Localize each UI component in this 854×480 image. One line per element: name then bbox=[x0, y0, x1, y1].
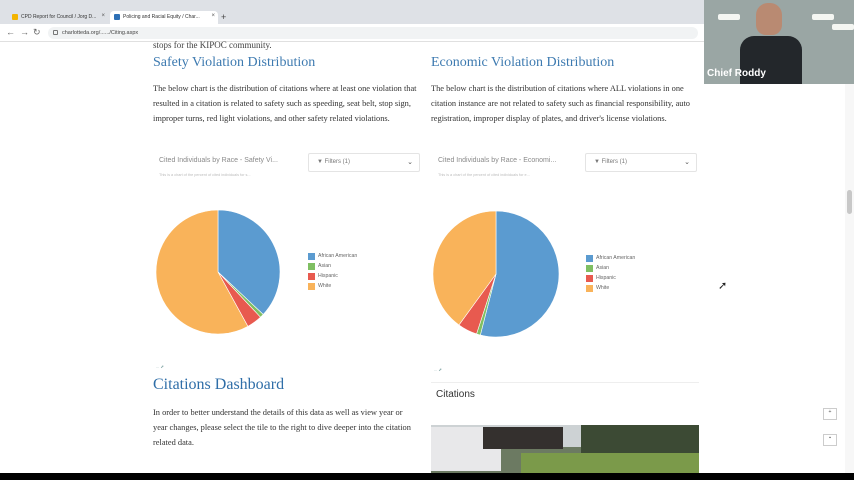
url-bar[interactable]: charlotteda.org/....../Citing.aspx bbox=[48, 27, 698, 39]
safety-view-link[interactable]: ... ⬈ bbox=[156, 364, 164, 369]
safety-heading: Safety Violation Distribution bbox=[153, 55, 316, 70]
participant-name: Chief Roddy bbox=[707, 68, 766, 79]
filter-icon: ▼ bbox=[594, 159, 602, 165]
legend-swatch bbox=[586, 264, 593, 272]
ceiling-light bbox=[812, 14, 834, 20]
filter-label: Filters (1) bbox=[601, 159, 627, 165]
legend-label: White bbox=[318, 283, 332, 289]
new-tab-icon[interactable]: + bbox=[221, 12, 226, 22]
legend-label: White bbox=[596, 285, 610, 291]
back-icon[interactable]: ← bbox=[6, 27, 15, 37]
chevron-down-icon: ⌄ bbox=[407, 159, 413, 166]
legend-label: Asian bbox=[318, 263, 331, 269]
tab-favicon-icon bbox=[12, 14, 18, 20]
scrollbar-thumb[interactable] bbox=[847, 190, 852, 214]
legend-swatch bbox=[586, 254, 593, 262]
person-head bbox=[756, 3, 782, 35]
web-page: stops for the KIPOC community. Safety Vi… bbox=[0, 40, 854, 473]
economic-heading: Economic Violation Distribution bbox=[431, 55, 615, 70]
legend-label: African American bbox=[318, 253, 358, 259]
external-link-icon: ⬈ bbox=[160, 364, 164, 369]
page-scrollbar[interactable] bbox=[845, 43, 854, 473]
lock-icon bbox=[53, 30, 58, 35]
link-text: ... bbox=[434, 367, 438, 372]
legend-swatch bbox=[586, 284, 593, 292]
dashboard-description: In order to better understand the detail… bbox=[153, 408, 411, 447]
citations-tile-image[interactable] bbox=[431, 425, 699, 473]
photo-sign bbox=[483, 427, 563, 449]
safety-description: The below chart is the distribution of c… bbox=[153, 84, 417, 123]
external-link-icon: ⬈ bbox=[438, 367, 442, 372]
economic-view-link[interactable]: ... ⬈ bbox=[434, 367, 442, 372]
filter-label: Filters (1) bbox=[324, 159, 350, 165]
tab-label: CPD Report for Council / Jorg D... bbox=[21, 14, 97, 20]
legend-swatch bbox=[308, 262, 315, 270]
legend-label: Asian bbox=[596, 265, 609, 271]
safety-legend: African American Asian Hispanic White bbox=[308, 251, 357, 291]
bottom-bar bbox=[0, 473, 854, 480]
legend-label: African American bbox=[596, 255, 636, 261]
photo-trees bbox=[581, 425, 699, 455]
photo-grass bbox=[521, 453, 699, 473]
filter-icon: ▼ bbox=[317, 159, 325, 165]
citations-tile-label: Citations bbox=[436, 389, 475, 400]
close-tab-icon[interactable]: × bbox=[211, 13, 215, 19]
reload-icon[interactable]: ↻ bbox=[33, 27, 41, 38]
zoom-in-icon[interactable]: + bbox=[823, 408, 837, 420]
legend-item-asian[interactable]: Asian bbox=[586, 263, 635, 273]
screen: CPD Report for Council / Jorg D... × Pol… bbox=[0, 0, 854, 480]
webcam-video: Chief Roddy bbox=[704, 0, 854, 84]
economic-pie-chart[interactable] bbox=[432, 210, 560, 338]
browser-tab-1[interactable]: CPD Report for Council / Jorg D... × bbox=[8, 11, 108, 24]
legend-label: Hispanic bbox=[596, 275, 616, 281]
legend-swatch bbox=[308, 272, 315, 280]
close-tab-icon[interactable]: × bbox=[101, 13, 105, 19]
legend-item-white[interactable]: White bbox=[586, 283, 635, 293]
tab-favicon-icon bbox=[114, 14, 120, 20]
safety-filter-dropdown[interactable]: ▼ Filters (1) ⌄ bbox=[308, 153, 420, 172]
legend-swatch bbox=[308, 252, 315, 260]
browser-tab-2[interactable]: Policing and Racial Equity / Char... × bbox=[110, 11, 218, 24]
ceiling-light bbox=[718, 14, 740, 20]
safety-chart-subtitle: This is a chart of the percent of cited … bbox=[159, 173, 251, 177]
legend-swatch bbox=[586, 274, 593, 282]
safety-pie-chart[interactable] bbox=[155, 209, 281, 335]
legend-item-african-american[interactable]: African American bbox=[586, 253, 635, 263]
link-text: ... bbox=[156, 364, 160, 369]
mouse-cursor-icon: ➚ bbox=[718, 280, 728, 292]
zoom-out-icon[interactable]: ▪ bbox=[823, 434, 837, 446]
divider bbox=[431, 382, 699, 383]
legend-swatch bbox=[308, 282, 315, 290]
url-text: charlotteda.org/....../Citing.aspx bbox=[62, 30, 139, 36]
dashboard-heading: Citations Dashboard bbox=[153, 376, 285, 393]
forward-icon[interactable]: → bbox=[20, 27, 29, 37]
economic-legend: African American Asian Hispanic White bbox=[586, 253, 635, 293]
cut-off-text: stops for the KIPOC community. bbox=[153, 40, 272, 50]
tab-label: Policing and Racial Equity / Char... bbox=[123, 14, 200, 20]
zoom-watermark: zoom bbox=[698, 412, 794, 454]
economic-description: The below chart is the distribution of c… bbox=[431, 84, 690, 123]
economic-filter-dropdown[interactable]: ▼ Filters (1) ⌄ bbox=[585, 153, 697, 172]
legend-item-hispanic[interactable]: Hispanic bbox=[586, 273, 635, 283]
safety-chart-title: Cited Individuals by Race - Safety Vi... bbox=[159, 157, 278, 164]
economic-chart-title: Cited Individuals by Race - Economi... bbox=[438, 157, 557, 164]
legend-item-hispanic[interactable]: Hispanic bbox=[308, 271, 357, 281]
chevron-down-icon: ⌄ bbox=[684, 159, 690, 166]
legend-label: Hispanic bbox=[318, 273, 338, 279]
economic-chart-subtitle: This is a chart of the percent of cited … bbox=[438, 173, 530, 177]
ceiling-light bbox=[832, 24, 854, 30]
legend-item-african-american[interactable]: African American bbox=[308, 251, 357, 261]
legend-item-asian[interactable]: Asian bbox=[308, 261, 357, 271]
legend-item-white[interactable]: White bbox=[308, 281, 357, 291]
